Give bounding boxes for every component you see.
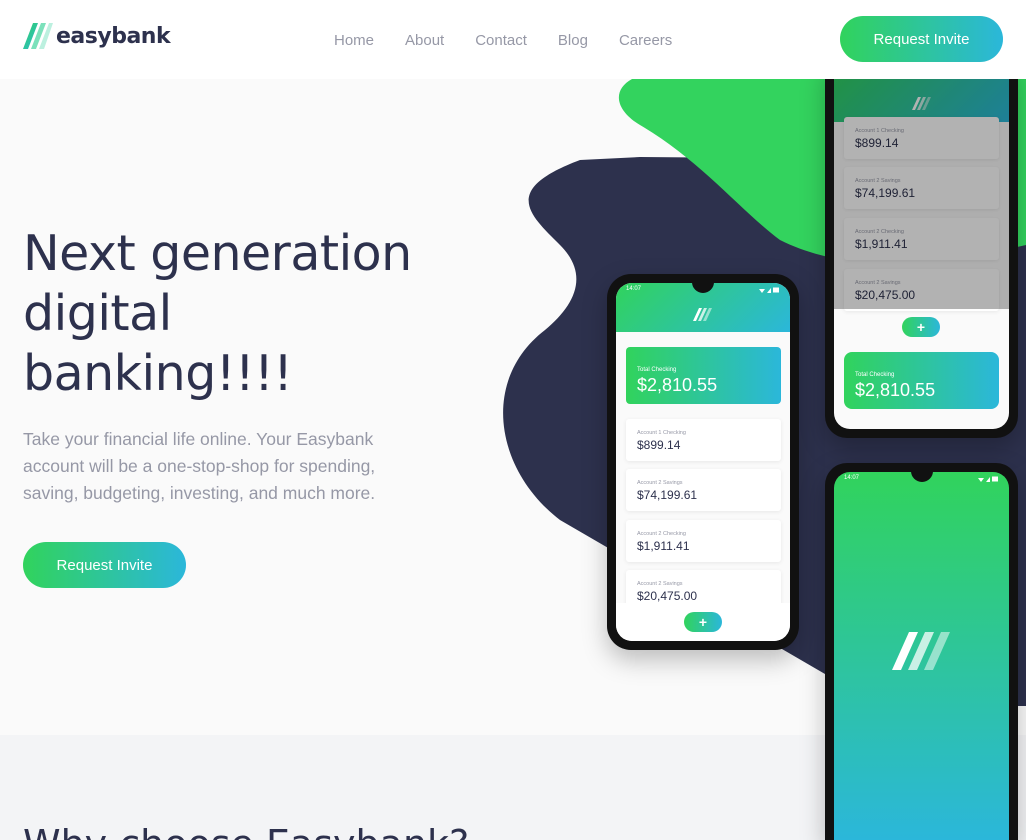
nav-blog-link[interactable]: Blog: [558, 32, 588, 49]
account-value: $1,911.41: [637, 539, 690, 553]
account-value: $74,199.61: [637, 488, 698, 502]
nav-about-link[interactable]: About: [405, 32, 444, 49]
status-icons: [978, 476, 998, 482]
account-card[interactable]: Account 1 Checking $899.14: [626, 419, 781, 461]
total-label: Total Checking: [855, 372, 895, 378]
status-time: 14:07: [844, 475, 860, 481]
total-checking-card[interactable]: Total Checking $2,810.55: [844, 352, 999, 409]
features-title: Why choose Easybank?: [23, 822, 469, 840]
signal-icon: [767, 288, 771, 293]
phone-screen: Account 1 Checking $899.14 Account 2 Sav…: [834, 64, 1009, 429]
plus-icon[interactable]: +: [684, 612, 722, 632]
account-value: $20,475.00: [637, 589, 698, 603]
phone-mockup-front: 14:07 Total Checking $2,810.55 Account 1…: [607, 274, 799, 650]
battery-icon: [773, 287, 779, 293]
total-label: Total Checking: [637, 367, 677, 373]
account-label: Account 2 Savings: [637, 480, 683, 486]
total-value: $2,810.55: [637, 375, 718, 395]
app-bottom-bar: +: [616, 603, 790, 641]
nav-careers-link[interactable]: Careers: [619, 32, 672, 49]
site-header: easybank Home About Contact Blog Careers…: [0, 0, 1026, 79]
logo-icon: [892, 632, 950, 670]
account-card[interactable]: Account 2 Savings $74,199.61: [626, 469, 781, 511]
account-label: Account 1 Checking: [637, 430, 686, 436]
wifi-icon: [978, 478, 984, 482]
brand-logo[interactable]: easybank: [23, 22, 171, 50]
account-value: $899.14: [637, 438, 681, 452]
plus-icon[interactable]: +: [902, 317, 940, 337]
brand-name: easybank: [56, 23, 171, 49]
account-label: Account 2 Checking: [637, 531, 686, 537]
logo-icon: [23, 23, 53, 49]
logo-icon: [693, 308, 712, 321]
nav-home-link[interactable]: Home: [334, 32, 374, 49]
hero-description: Take your financial life online. Your Ea…: [23, 429, 376, 503]
phone-mockup-top: Account 1 Checking $899.14 Account 2 Sav…: [825, 55, 1018, 438]
status-icons: [759, 287, 779, 293]
main-nav: Home About Contact Blog Careers: [334, 32, 672, 49]
header-request-invite-button[interactable]: Request Invite: [840, 16, 1003, 62]
total-value: $2,810.55: [855, 380, 936, 400]
modal-overlay: [834, 64, 1009, 309]
wifi-icon: [759, 289, 765, 293]
total-checking-card[interactable]: Total Checking $2,810.55: [626, 347, 781, 404]
signal-icon: [986, 477, 990, 482]
phone-screen: 14:07: [834, 472, 1009, 840]
battery-icon: [992, 476, 998, 482]
hero-title: Next generation digital banking!!!!: [23, 225, 412, 402]
hero-request-invite-button[interactable]: Request Invite: [23, 542, 186, 588]
phone-notch: [910, 472, 933, 482]
status-time: 14:07: [626, 286, 642, 292]
account-card[interactable]: Account 2 Checking $1,911.41: [626, 520, 781, 562]
phone-screen: 14:07 Total Checking $2,810.55 Account 1…: [616, 283, 790, 641]
phone-mockup-splash: 14:07: [825, 463, 1018, 840]
account-label: Account 2 Savings: [637, 581, 683, 587]
nav-contact-link[interactable]: Contact: [475, 32, 527, 49]
